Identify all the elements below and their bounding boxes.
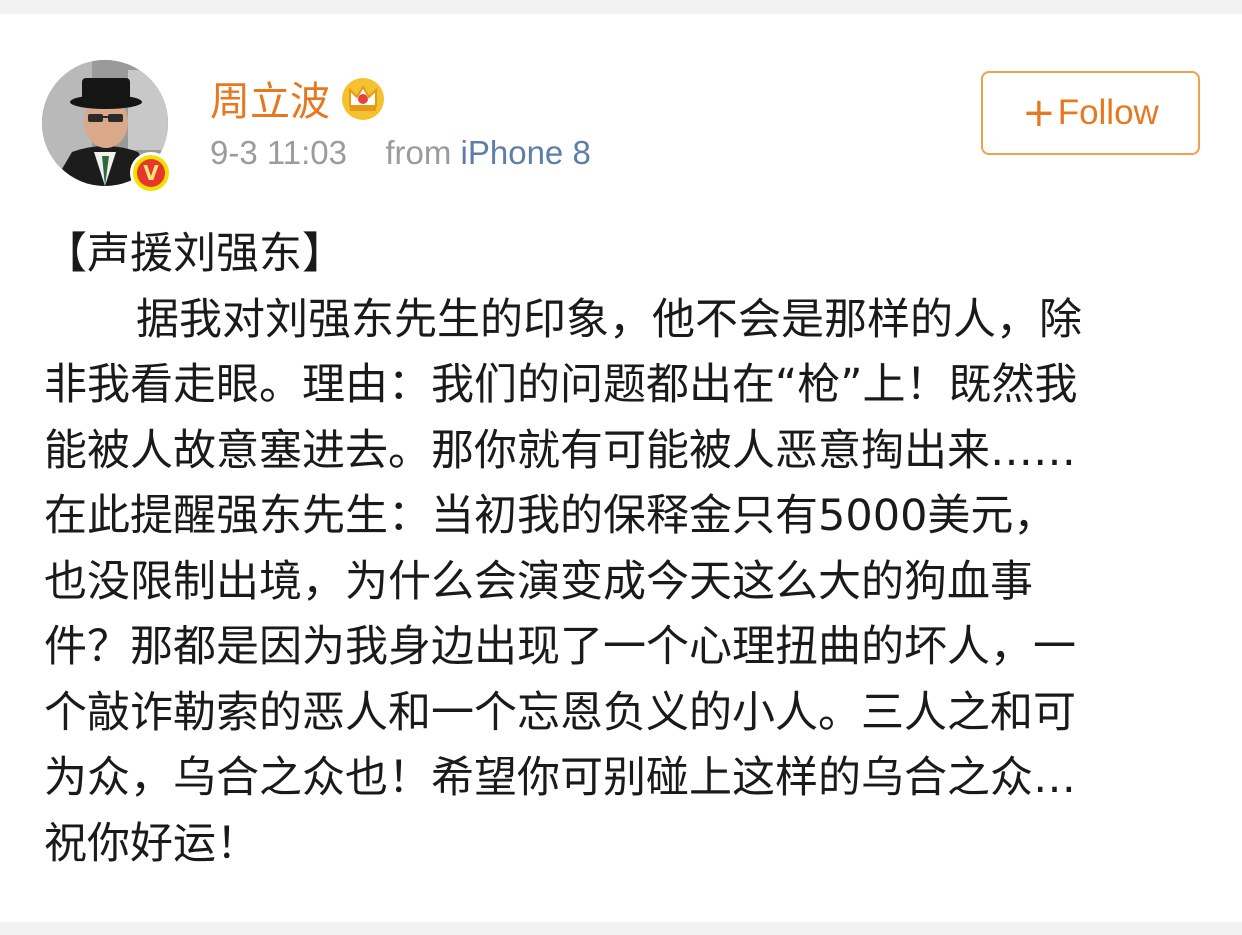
post-line: 个敲诈勒索的恶人和一个忘恩负义的小人。三人之和可 <box>44 687 1076 738</box>
post-line: 据我对刘强东先生的印象，他不会是那样的人，除 <box>136 294 1082 345</box>
username[interactable]: 周立波 <box>210 70 386 126</box>
plus-icon: + <box>1022 90 1056 136</box>
post-source[interactable]: iPhone 8 <box>461 134 591 171</box>
follow-label: Follow <box>1057 93 1159 132</box>
follow-button[interactable]: + Follow <box>981 71 1200 155</box>
post-time: 9-3 11:03 <box>210 134 347 171</box>
post-title: 【声援刘强东】 <box>44 229 345 279</box>
post-meta: 9-3 11:03 from iPhone 8 <box>210 134 591 172</box>
post-line: 在此提醒强东先生：当初我的保释金只有5000美元， <box>44 491 1057 541</box>
post-line: 非我看走眼。理由：我们的问题都出在“枪”上！既然我 <box>44 360 1078 410</box>
vip-crown-icon <box>342 78 384 120</box>
post-line: 也没限制出境，为什么会演变成今天这么大的狗血事 <box>44 556 1033 607</box>
post-line: 能被人故意塞进去。那你就有可能被人恶意掏出来…… <box>44 425 1076 476</box>
verified-badge-label: V <box>137 159 165 187</box>
avatar[interactable]: V <box>42 60 172 194</box>
post-line: 祝你好运！ <box>44 818 259 869</box>
post-from-label: from <box>385 134 452 171</box>
post-line: 为众，乌合之众也！希望你可别碰上这样的乌合之众… <box>44 753 1076 803</box>
post-line: 件？那都是因为我身边出现了一个心理扭曲的坏人，一 <box>44 622 1076 672</box>
verified-badge-icon: V <box>130 152 172 194</box>
username-text[interactable]: 周立波 <box>210 69 330 127</box>
post-body: 【声援刘强东】 据我对刘强东先生的印象，他不会是那样的人，除 非我看走眼。理由：… <box>44 222 1204 877</box>
weibo-post-card: V 周立波 9-3 11:03 from iPhone 8 + Follow 【… <box>0 0 1242 922</box>
top-divider <box>0 0 1242 14</box>
